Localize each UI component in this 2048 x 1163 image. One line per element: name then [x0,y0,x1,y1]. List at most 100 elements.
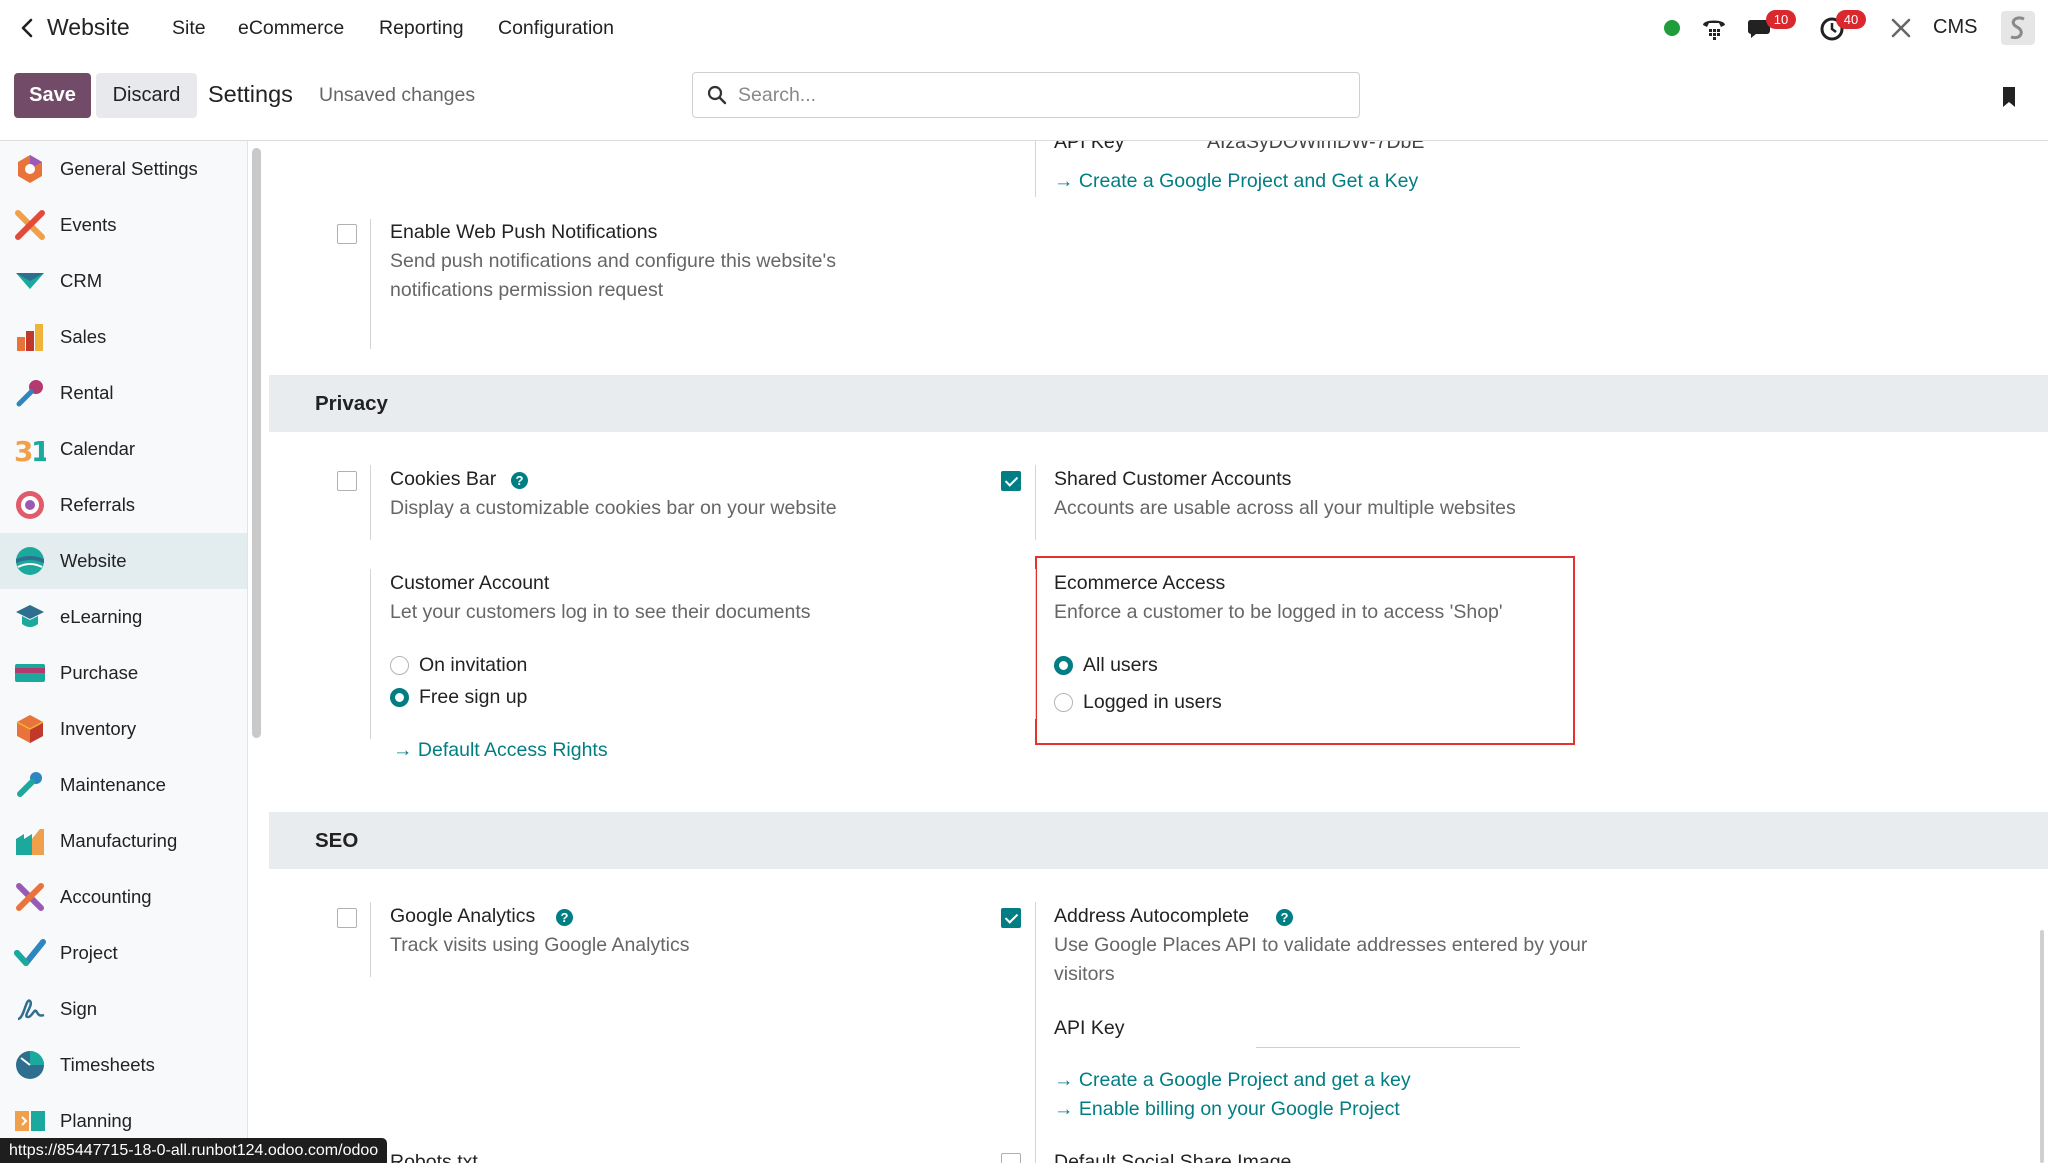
debug-tools-icon[interactable] [1890,17,1912,39]
robots-txt-partial: Robots.txt [390,1151,478,1163]
menu-configuration[interactable]: Configuration [498,17,614,40]
chat-badge: 10 [1766,10,1796,29]
bookmark-icon[interactable] [1999,85,2019,109]
google-analytics-desc: Track visits using Google Analytics [390,934,690,956]
sidebar-item-general-settings[interactable]: General Settings [0,141,247,197]
phone-icon[interactable] [1700,15,1728,41]
sidebar-item-events[interactable]: Events [0,197,247,253]
settings-main: API Key AIzaSyDOWimDW-7DbE → Create a Go… [269,141,2048,1163]
user-avatar[interactable] [2001,11,2035,45]
cookies-bar-help-icon[interactable]: ? [511,472,528,489]
calendar-icon: 31 [14,435,46,465]
enable-billing-link[interactable]: → Enable billing on your Google Project [1054,1098,1400,1121]
all-users-radio[interactable] [1054,656,1073,675]
discard-button[interactable]: Discard [96,73,197,118]
api-key-input[interactable] [1256,1047,1520,1048]
address-autocomplete-checkbox[interactable] [1001,908,1021,928]
default-access-rights-link[interactable]: → Default Access Rights [393,739,608,762]
search-bar [692,72,1360,118]
address-autocomplete-desc-line1: Use Google Places API to validate addres… [1054,934,1588,956]
top-navbar: Website Site eCommerce Reporting Configu… [0,0,2048,58]
on-invitation-label[interactable]: On invitation [419,654,527,677]
unsaved-indicator: Unsaved changes [319,84,476,106]
link-preview-statusbar: https://85447715-18-0-all.runbot124.odoo… [0,1138,388,1163]
manufacturing-icon [16,829,44,855]
project-icon [14,939,46,966]
app-name[interactable]: Website [47,14,130,41]
divider [370,902,371,977]
address-autocomplete-title: Address Autocomplete [1054,905,1250,927]
settings-sidebar: General Settings Events CRM Sales Rental… [0,141,248,1163]
divider [1035,902,1036,1163]
save-button[interactable]: Save [14,73,91,118]
website-icon [16,547,44,575]
shared-accounts-checkbox[interactable] [1001,471,1021,491]
social-share-checkbox-partial[interactable] [1001,1153,1021,1163]
sidebar-item-sign[interactable]: Sign [0,981,247,1037]
shared-accounts-title: Shared Customer Accounts [1054,468,1292,490]
activity-badge: 40 [1836,10,1866,29]
referrals-icon [16,491,44,519]
sidebar-item-inventory[interactable]: Inventory [0,701,247,757]
sidebar-scrollbar[interactable] [252,148,261,738]
free-signup-label[interactable]: Free sign up [419,686,527,709]
sidebar-item-calendar[interactable]: 31 Calendar [0,421,247,477]
web-push-checkbox[interactable] [337,224,357,244]
shared-accounts-desc: Accounts are usable across all your mult… [1054,497,1516,519]
company-switcher[interactable]: CMS [1933,16,1977,39]
divider [370,569,371,739]
sidebar-item-accounting[interactable]: Accounting [0,869,247,925]
ecommerce-access-title: Ecommerce Access [1054,572,1226,594]
google-analytics-help-icon[interactable]: ? [556,909,573,926]
control-panel: Save Discard Settings Unsaved changes [0,58,2048,141]
web-push-desc-line1: Send push notifications and configure th… [390,250,836,272]
google-analytics-title: Google Analytics [390,905,536,927]
divider [1035,569,1036,719]
events-icon [15,210,45,240]
create-google-project-link-top[interactable]: → Create a Google Project and Get a Key [1054,170,1418,193]
sidebar-item-referrals[interactable]: Referrals [0,477,247,533]
back-chevron-icon[interactable] [16,16,40,40]
all-users-label[interactable]: All users [1083,654,1158,677]
logged-in-users-radio[interactable] [1054,693,1073,712]
general-settings-icon [18,155,42,183]
privacy-section-header: Privacy [269,375,2048,432]
sidebar-item-timesheets[interactable]: Timesheets [0,1037,247,1093]
cookies-bar-checkbox[interactable] [337,471,357,491]
menu-ecommerce[interactable]: eCommerce [238,17,344,40]
menu-site[interactable]: Site [172,17,206,40]
api-key-value-partial: AIzaSyDOWimDW-7DbE [1207,141,1425,153]
free-signup-radio[interactable] [390,688,409,707]
inventory-icon [16,715,44,743]
divider [1035,465,1036,540]
menu-reporting[interactable]: Reporting [379,17,464,40]
main-scrollbar[interactable] [2040,930,2044,1163]
on-invitation-radio[interactable] [390,656,409,675]
sign-icon [17,999,45,1021]
sidebar-item-sales[interactable]: Sales [0,309,247,365]
web-push-title: Enable Web Push Notifications [390,221,658,243]
create-google-project-link[interactable]: → Create a Google Project and get a key [1054,1069,1411,1092]
sidebar-item-rental[interactable]: Rental [0,365,247,421]
google-analytics-checkbox[interactable] [337,908,357,928]
sidebar-item-purchase[interactable]: Purchase [0,645,247,701]
purchase-icon [15,664,45,682]
svg-text:1: 1 [31,435,46,465]
sidebar-item-maintenance[interactable]: Maintenance [0,757,247,813]
crm-icon [16,273,44,289]
sidebar-item-crm[interactable]: CRM [0,253,247,309]
seo-section-header: SEO [269,812,2048,869]
logged-in-users-label[interactable]: Logged in users [1083,691,1222,714]
sidebar-item-website[interactable]: Website [0,533,247,589]
search-input[interactable] [738,81,1338,109]
presence-status-icon [1664,20,1680,36]
api-key-label-partial: API Key [1054,141,1125,153]
timesheets-icon [16,1051,44,1079]
address-autocomplete-help-icon[interactable]: ? [1276,909,1293,926]
sidebar-item-project[interactable]: Project [0,925,247,981]
customer-account-title: Customer Account [390,572,550,594]
cookies-bar-desc: Display a customizable cookies bar on yo… [390,497,837,519]
cookies-bar-title: Cookies Bar [390,468,497,490]
sidebar-item-elearning[interactable]: eLearning [0,589,247,645]
sidebar-item-manufacturing[interactable]: Manufacturing [0,813,247,869]
